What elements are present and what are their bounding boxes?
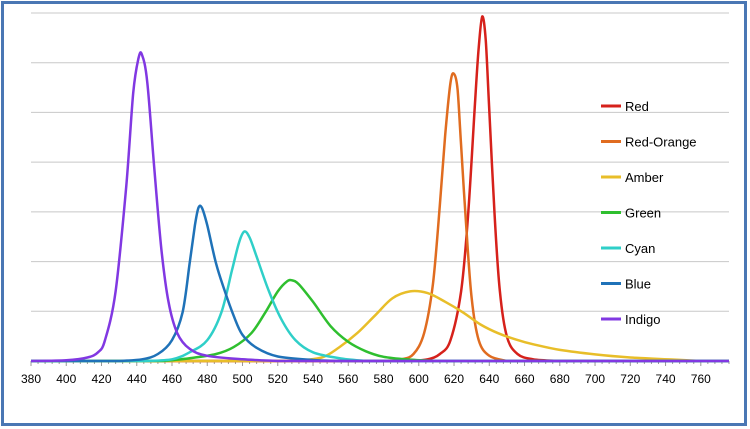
x-tick-label: 440 bbox=[127, 372, 147, 386]
x-tick-label: 740 bbox=[656, 372, 676, 386]
x-tick-label: 540 bbox=[303, 372, 323, 386]
x-tick-label: 620 bbox=[444, 372, 464, 386]
emission-spectrum-chart: 380 400 420 440 460 480 500 520 540 560 580 600 620 6… bbox=[21, 12, 730, 386]
x-tick-label: 520 bbox=[268, 372, 288, 386]
x-tick-label: 660 bbox=[515, 372, 535, 386]
x-tick-label: 680 bbox=[550, 372, 570, 386]
x-tick-label: 560 bbox=[338, 372, 358, 386]
legend: Red Red-Orange Amber Green Cyan Blue Indigo bbox=[601, 99, 697, 327]
x-tick-label: 400 bbox=[56, 372, 76, 386]
chart-frame: 380 400 420 440 460 480 500 520 540 560 580 600 620 6… bbox=[1, 1, 747, 426]
legend-label: Red bbox=[625, 99, 649, 114]
legend-label: Red-Orange bbox=[625, 135, 697, 150]
x-tick-label: 460 bbox=[162, 372, 182, 386]
legend-label: Amber bbox=[625, 170, 664, 185]
legend-label: Blue bbox=[625, 277, 651, 292]
x-axis: 380 400 420 440 460 480 500 520 540 560 580 600 620 6… bbox=[21, 360, 730, 386]
x-tick-label: 420 bbox=[91, 372, 111, 386]
x-tick-label: 700 bbox=[585, 372, 605, 386]
series-lines bbox=[30, 15, 729, 363]
x-tick-label: 500 bbox=[232, 372, 252, 386]
x-tick-label: 380 bbox=[21, 372, 41, 386]
x-tick-label: 600 bbox=[409, 372, 429, 386]
x-tick-label: 580 bbox=[374, 372, 394, 386]
x-tick-label: 640 bbox=[479, 372, 499, 386]
x-tick-label: 720 bbox=[620, 372, 640, 386]
legend-label: Indigo bbox=[625, 312, 660, 327]
x-tick-label: 760 bbox=[691, 372, 711, 386]
legend-label: Cyan bbox=[625, 241, 655, 256]
x-tick-label: 480 bbox=[197, 372, 217, 386]
gridlines bbox=[31, 12, 729, 312]
legend-label: Green bbox=[625, 206, 661, 221]
